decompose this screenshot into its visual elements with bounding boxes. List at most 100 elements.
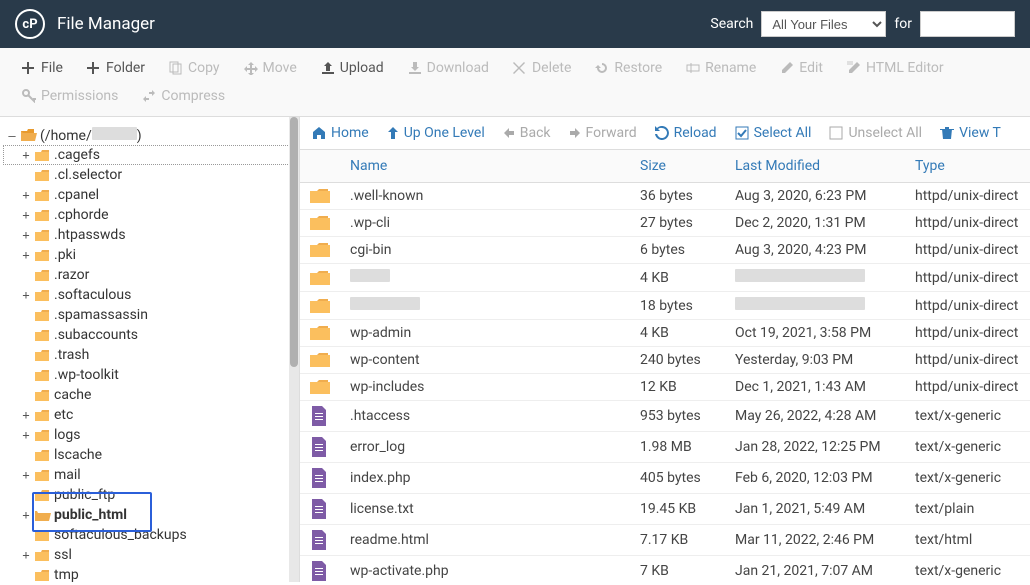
check-icon (735, 126, 749, 140)
reload-button[interactable]: Reload (655, 125, 717, 141)
tree-item-cache[interactable]: cache (4, 386, 295, 404)
search-scope-select[interactable]: All Your Files (761, 11, 886, 37)
table-row[interactable]: wp-content240 bytesYesterday, 9:03 PMhtt… (300, 347, 1030, 374)
folder-icon (35, 269, 51, 282)
col-type[interactable]: Type (905, 150, 1030, 183)
tree-item-subaccounts[interactable]: .subaccounts (4, 326, 295, 344)
tree-item-public_ftp[interactable]: public_ftp (4, 486, 295, 504)
tree-item-clselector[interactable]: .cl.selector (4, 166, 295, 184)
compress-icon (142, 89, 156, 103)
expand-icon[interactable]: + (20, 409, 32, 421)
back-button[interactable]: Back (503, 125, 551, 141)
download-button: Download (396, 54, 501, 82)
tree-item-tmp[interactable]: tmp (4, 566, 295, 582)
table-row[interactable]: error_log1.98 MBJan 28, 2022, 12:25 PMte… (300, 432, 1030, 463)
tree-item-cpanel[interactable]: +.cpanel (4, 186, 295, 204)
tree-item-logs[interactable]: +logs (4, 426, 295, 444)
table-row[interactable]: wp-activate.php7 KBJan 21, 2021, 7:07 AM… (300, 556, 1030, 583)
expand-icon[interactable]: + (20, 149, 32, 161)
collapse-icon[interactable]: – (6, 130, 18, 142)
tree-item-etc[interactable]: +etc (4, 406, 295, 424)
select-all-button[interactable]: Select All (735, 125, 812, 141)
table-row[interactable]: cgi-bin6 bytesAug 3, 2020, 4:23 PMhttpd/… (300, 237, 1030, 264)
tree-item-razor[interactable]: .razor (4, 266, 295, 284)
unselect-all-button[interactable]: Unselect All (829, 125, 922, 141)
upload-button[interactable]: Upload (309, 54, 396, 82)
expand-icon[interactable]: + (20, 549, 32, 561)
upload-icon (321, 61, 335, 75)
search-input[interactable] (920, 11, 1015, 37)
folder-icon (35, 389, 51, 402)
view-trash-button[interactable]: View T (940, 125, 1001, 141)
expand-icon[interactable]: + (20, 189, 32, 201)
table-row[interactable]: 4 KBhttpd/unix-direct (300, 264, 1030, 292)
file-icon (300, 494, 340, 525)
table-row[interactable]: 18 byteshttpd/unix-direct (300, 292, 1030, 320)
table-row[interactable]: license.txt19.45 KBJan 1, 2021, 5:49 AMt… (300, 494, 1030, 525)
tree-item-mail[interactable]: +mail (4, 466, 295, 484)
file-icon (300, 401, 340, 432)
tree-item-ssl[interactable]: +ssl (4, 546, 295, 564)
left-icon (503, 127, 515, 139)
tree-item-softaculous[interactable]: +.softaculous (4, 286, 295, 304)
folder-icon (35, 569, 51, 582)
expand-icon[interactable]: + (20, 429, 32, 441)
table-row[interactable]: wp-includes12 KBDec 1, 2021, 1:43 AMhttp… (300, 374, 1030, 401)
redacted-text (735, 297, 865, 310)
tree-item-spamassassin[interactable]: .spamassassin (4, 306, 295, 324)
col-name[interactable]: Name (340, 150, 630, 183)
folder-button[interactable]: Folder (75, 54, 157, 82)
folder-icon (300, 264, 340, 292)
plus-icon (87, 62, 101, 74)
table-row[interactable]: .htaccess953 bytesMay 26, 2022, 4:28 AMt… (300, 401, 1030, 432)
forward-button[interactable]: Forward (569, 125, 637, 141)
tree-item-public_html[interactable]: +public_html (4, 506, 295, 524)
table-row[interactable]: index.php405 bytesFeb 6, 2020, 12:03 PMt… (300, 463, 1030, 494)
file-table: NameSizeLast ModifiedType .well-known36 … (300, 150, 1030, 582)
expand-icon[interactable]: + (20, 289, 32, 301)
file-list-panel: Home Up One Level Back Forward Reload Select … (300, 117, 1030, 582)
folder-icon (35, 249, 51, 262)
file-icon (300, 525, 340, 556)
expand-icon[interactable]: + (20, 229, 32, 241)
table-row[interactable]: wp-admin4 KBOct 19, 2021, 3:58 PMhttpd/u… (300, 320, 1030, 347)
tree-item-lscache[interactable]: lscache (4, 446, 295, 464)
main-toolbar: FileFolderCopyMoveUploadDownloadDeleteRe… (0, 48, 1030, 117)
trash-icon (940, 126, 954, 140)
expand-icon[interactable]: + (20, 469, 32, 481)
main-area: – (/home/) +.cagefs.cl.selector+.cpanel+… (0, 117, 1030, 582)
pencil-icon (780, 61, 794, 75)
folder-open-icon (21, 129, 37, 142)
tree-item-softaculous_backups[interactable]: softaculous_backups (4, 526, 295, 544)
home-icon (312, 126, 326, 140)
tree-item-pki[interactable]: +.pki (4, 246, 295, 264)
up-icon (387, 126, 399, 140)
cpanel-logo: cP (15, 9, 45, 39)
folder-icon (35, 209, 51, 222)
table-row[interactable]: readme.html7.17 KBMar 11, 2022, 2:46 PMt… (300, 525, 1030, 556)
tree-item-htpasswds[interactable]: +.htpasswds (4, 226, 295, 244)
folder-icon (300, 320, 340, 347)
up-button[interactable]: Up One Level (387, 125, 485, 141)
html-icon (847, 61, 861, 75)
tree-item-trash[interactable]: .trash (4, 346, 295, 364)
expand-icon[interactable]: + (20, 249, 32, 261)
file-button[interactable]: File (10, 54, 75, 82)
expand-icon[interactable]: + (20, 509, 32, 521)
file-table-wrap[interactable]: NameSizeLast ModifiedType .well-known36 … (300, 150, 1030, 582)
home-button[interactable]: Home (312, 125, 369, 141)
expand-icon[interactable]: + (20, 209, 32, 221)
folder-icon (35, 509, 51, 522)
tree-root[interactable]: – (/home/) (4, 126, 295, 145)
table-row[interactable]: .well-known36 bytesAug 3, 2020, 6:23 PMh… (300, 183, 1030, 210)
folder-icon (300, 292, 340, 320)
col-size[interactable]: Size (630, 150, 725, 183)
tree-item-cphorde[interactable]: +.cphorde (4, 206, 295, 224)
col-last-modified[interactable]: Last Modified (725, 150, 905, 183)
tree-scrollbar[interactable] (289, 117, 299, 582)
tree-item-wp-toolkit[interactable]: .wp-toolkit (4, 366, 295, 384)
tree-item-cagefs[interactable]: +.cagefs (4, 146, 295, 164)
folder-tree-panel[interactable]: – (/home/) +.cagefs.cl.selector+.cpanel+… (0, 117, 300, 582)
folder-icon (300, 237, 340, 264)
table-row[interactable]: .wp-cli27 bytesDec 2, 2020, 1:31 PMhttpd… (300, 210, 1030, 237)
